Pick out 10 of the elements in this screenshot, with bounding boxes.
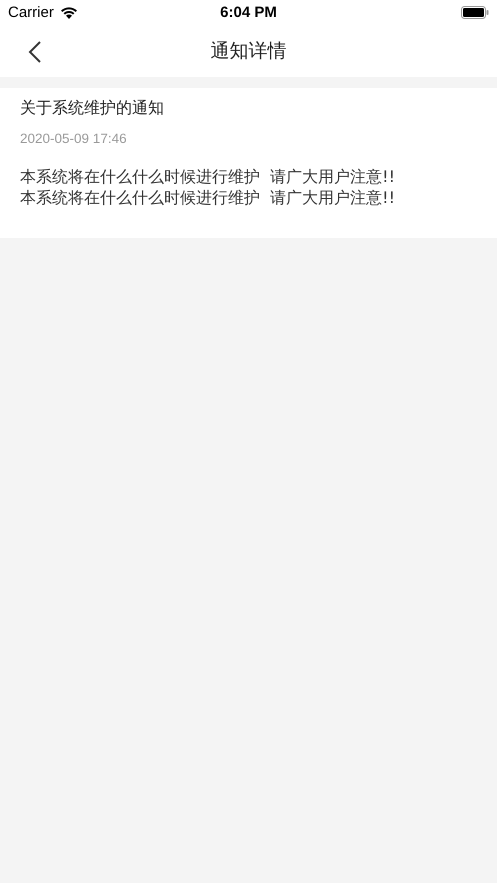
- notice-text-line: 本系统将在什么什么时候进行维护 请广大用户注意!!: [20, 187, 396, 208]
- battery-icon: [461, 6, 489, 19]
- wifi-icon: [60, 6, 78, 19]
- status-time: 6:04 PM: [220, 4, 277, 21]
- back-chevron-icon: [28, 41, 42, 63]
- notice-date: 2020-05-09 17:46: [20, 130, 128, 148]
- page-title: 通知详情: [210, 39, 286, 64]
- notice-text-line: 本系统将在什么什么时候进行维护 请广大用户注意!!: [20, 166, 396, 187]
- carrier-label: Carrier: [8, 4, 54, 21]
- notice-title: 关于系统维护的通知: [20, 97, 165, 119]
